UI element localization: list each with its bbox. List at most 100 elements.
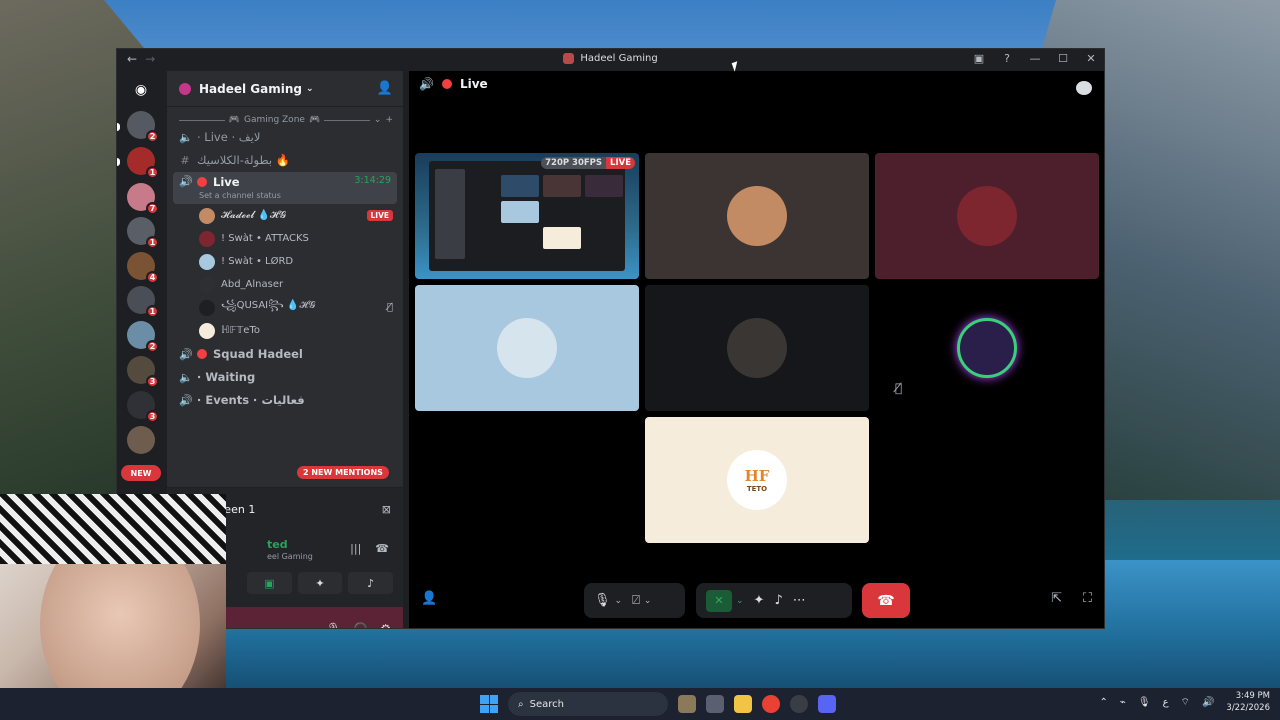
- participant-tile[interactable]: [645, 153, 869, 279]
- user-name: 𝓗𝓪𝓭𝓮𝓮𝓵 💧𝓗𝓖: [221, 210, 286, 221]
- discord-home-icon[interactable]: ◉: [128, 79, 154, 101]
- file-explorer-icon[interactable]: [734, 695, 752, 713]
- search-icon: ⌕: [518, 698, 524, 710]
- voice-server[interactable]: eel Gaming: [267, 552, 313, 561]
- channel-waiting[interactable]: 🔈 ⋅ Waiting: [173, 366, 397, 388]
- channel-events[interactable]: 🔊 ⋅ Events ⋅ فعاليات: [173, 389, 397, 411]
- stream-quality-badge: 720P 30FPS LIVE: [541, 157, 635, 169]
- widgets-icon[interactable]: [678, 695, 696, 713]
- server-icon-3[interactable]: 7: [127, 183, 159, 215]
- popout-icon[interactable]: ⇱: [1051, 591, 1062, 606]
- close-icon[interactable]: ✕: [1084, 52, 1098, 65]
- voice-user[interactable]: ℍ𝔽𝕋eTo: [195, 319, 397, 342]
- channel-live-arabic[interactable]: 🔈 ⋅ Live ⋅ لايف: [173, 126, 397, 148]
- start-button-icon[interactable]: [480, 695, 498, 713]
- server-icon-2[interactable]: 1: [127, 147, 159, 179]
- activities-button[interactable]: ✦: [297, 572, 343, 594]
- stream-tile[interactable]: 720P 30FPS LIVE: [415, 153, 639, 279]
- task-view-icon[interactable]: [706, 695, 724, 713]
- microphone-icon[interactable]: 🎙: [326, 622, 341, 628]
- server-icon-8[interactable]: 3: [127, 356, 159, 388]
- participant-avatar: HF TETO: [727, 450, 787, 510]
- noise-suppression-icon[interactable]: |||: [350, 542, 361, 555]
- mic-muted-icon: 🎙̸: [895, 381, 903, 395]
- server-icon-9[interactable]: 3: [127, 391, 159, 423]
- participant-tile[interactable]: [875, 153, 1099, 279]
- channel-status[interactable]: Set a channel status: [199, 191, 281, 200]
- chevron-down-icon[interactable]: ⌄: [374, 115, 382, 125]
- camera-button[interactable]: ▣: [247, 572, 292, 594]
- voice-user[interactable]: ! Swàt • LØRD: [195, 250, 397, 273]
- server-icon-5[interactable]: 4: [127, 252, 159, 284]
- maximize-icon[interactable]: ☐: [1056, 52, 1070, 65]
- language-icon[interactable]: ع: [1163, 697, 1169, 708]
- add-channel-icon[interactable]: +: [385, 115, 393, 125]
- participant-tile[interactable]: HF TETO: [645, 417, 869, 543]
- server-icon-7[interactable]: 2: [127, 321, 159, 353]
- invite-to-voice-icon[interactable]: 👤: [421, 591, 437, 606]
- taskbar-search[interactable]: ⌕ Search: [508, 692, 668, 716]
- soundboard-icon[interactable]: ♪: [774, 593, 782, 608]
- webcam-overlay: [0, 494, 226, 720]
- network-icon[interactable]: ⌁: [1120, 697, 1126, 708]
- server-icon-10[interactable]: [127, 426, 155, 454]
- clock[interactable]: 3:49 PM 3/22/2026: [1226, 690, 1270, 714]
- voice-user[interactable]: ! Swàt • ATTACKS: [195, 227, 397, 250]
- discord-taskbar-icon[interactable]: [818, 695, 836, 713]
- stage-channel-name: Live: [459, 77, 488, 91]
- chevron-down-icon[interactable]: ⌄: [615, 596, 623, 606]
- microphone-icon[interactable]: 🎙: [1138, 697, 1151, 708]
- search-label: Search: [529, 698, 564, 710]
- channel-live-active[interactable]: 🔊 Live 3:14:29 Set a channel status: [173, 172, 397, 204]
- invite-people-icon[interactable]: 👤: [377, 81, 393, 96]
- voice-user[interactable]: ꧁QUSAI꧂ 💧𝓗𝓖 🎙̸: [195, 296, 397, 319]
- channel-label: بطولة-الكلاسيك 🔥: [197, 153, 291, 167]
- new-unreads-button[interactable]: NEW: [121, 465, 161, 481]
- channel-classic-tournament[interactable]: # بطولة-الكلاسيك 🔥: [173, 149, 397, 171]
- server-icon-4[interactable]: 1: [127, 217, 159, 249]
- preview-tile: [585, 175, 623, 197]
- preview-tile: [543, 201, 581, 223]
- headphones-icon[interactable]: 🎧: [353, 622, 368, 628]
- chrome-icon[interactable]: [762, 695, 780, 713]
- new-mentions-button[interactable]: 2 NEW MENTIONS: [297, 466, 389, 479]
- category-header[interactable]: 🎮 Gaming Zone 🎮 ⌄ +: [179, 115, 393, 125]
- channel-squad-hadeel[interactable]: 🔊 Squad Hadeel: [173, 343, 397, 365]
- disconnect-button[interactable]: ☎: [862, 583, 910, 618]
- activities-icon[interactable]: ✦: [754, 593, 765, 608]
- disconnect-icon[interactable]: ☎: [375, 542, 389, 555]
- help-icon[interactable]: ?: [1000, 52, 1014, 65]
- participant-tile[interactable]: [415, 285, 639, 411]
- fullscreen-icon[interactable]: ⛶: [1083, 591, 1092, 606]
- avatar: [199, 230, 215, 247]
- avatar: [199, 276, 215, 293]
- server-header[interactable]: Hadeel Gaming ⌄ 👤: [167, 71, 403, 107]
- server-avatar: [179, 82, 191, 95]
- voice-user[interactable]: 𝓗𝓪𝓭𝓮𝓮𝓵 💧𝓗𝓖 LIVE: [195, 204, 397, 227]
- badge: 4: [146, 271, 159, 284]
- server-icon-6[interactable]: 1: [127, 286, 159, 318]
- soundboard-button[interactable]: ♪: [348, 572, 394, 594]
- chevron-down-icon[interactable]: ⌄: [306, 84, 314, 94]
- wifi-icon[interactable]: ⌔: [1181, 696, 1190, 709]
- more-options-icon[interactable]: ⋯: [793, 593, 806, 608]
- call-timer: 3:14:29: [354, 175, 391, 186]
- chevron-up-icon[interactable]: ⌃: [1099, 697, 1107, 708]
- volume-icon[interactable]: 🔊: [1202, 697, 1214, 708]
- minimize-icon[interactable]: —: [1028, 52, 1042, 65]
- inbox-icon[interactable]: ▣: [972, 52, 986, 65]
- microphone-icon[interactable]: 🎙: [594, 593, 611, 608]
- settings-gear-icon[interactable]: ⚙: [380, 622, 391, 628]
- server-icon-1[interactable]: 2: [127, 111, 159, 143]
- chat-bubble-icon[interactable]: [1076, 81, 1092, 95]
- chevron-down-icon[interactable]: ⌄: [736, 596, 744, 606]
- voice-user[interactable]: Abd_Alnaser: [195, 273, 397, 296]
- camera-off-icon[interactable]: ⍁: [632, 593, 640, 608]
- participant-tile[interactable]: [645, 285, 869, 411]
- participant-tile[interactable]: 🎙̸: [875, 285, 1099, 411]
- chevron-down-icon[interactable]: ⌄: [644, 596, 652, 606]
- screen-share-toggle-icon[interactable]: ✕: [706, 589, 732, 612]
- stop-stream-icon[interactable]: ⊠: [382, 503, 391, 516]
- app-icon[interactable]: [790, 695, 808, 713]
- badge: 2: [146, 340, 159, 353]
